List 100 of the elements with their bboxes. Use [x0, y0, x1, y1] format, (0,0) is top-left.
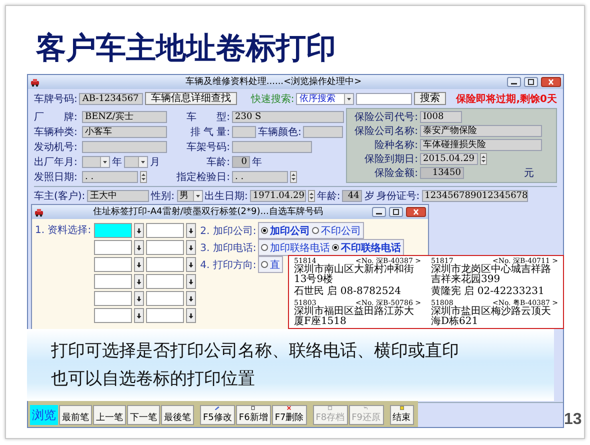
- toolbar-button[interactable]: 下一笔: [127, 405, 160, 425]
- undo-icon: [362, 406, 370, 410]
- dropdown-button[interactable]: [186, 274, 196, 289]
- field-label: 排 气 量:: [189, 126, 230, 138]
- spinner-icon: [480, 152, 487, 164]
- option-label[interactable]: 不印联络电话: [341, 240, 402, 254]
- close-button[interactable]: [541, 77, 561, 87]
- maximize-icon: [527, 79, 535, 85]
- text-field[interactable]: [303, 126, 344, 138]
- dropdown-button[interactable]: [186, 240, 196, 255]
- text-field[interactable]: BENZ/宾士: [82, 110, 167, 122]
- text-field[interactable]: [232, 126, 256, 138]
- radio-button[interactable]: [261, 227, 268, 234]
- dropdown-button[interactable]: [186, 223, 196, 238]
- toolbar-button[interactable]: 上一笔: [93, 405, 126, 425]
- date-field[interactable]: 1971.04.29: [250, 190, 306, 202]
- unit-label: 元: [523, 166, 534, 180]
- toolbar-button[interactable]: 最後笔: [161, 405, 194, 425]
- maximize-button[interactable]: [524, 77, 538, 87]
- toolbar-button[interactable]: F6新增: [236, 405, 271, 425]
- field-label: 指定检验日:: [176, 170, 230, 184]
- option-label[interactable]: 直: [270, 258, 280, 272]
- down-arrow-icon: [135, 312, 144, 318]
- text-field[interactable]: 小客车: [82, 126, 167, 138]
- maximize-button[interactable]: [389, 207, 403, 217]
- field-label: 车 型:: [186, 110, 230, 124]
- text-field[interactable]: [146, 223, 184, 238]
- text-field[interactable]: [146, 291, 184, 306]
- search-button[interactable]: 搜索: [414, 92, 446, 105]
- page-icon: [249, 406, 258, 410]
- option-label[interactable]: 不印公司: [321, 224, 362, 238]
- text-field[interactable]: [82, 140, 167, 152]
- dropdown-button[interactable]: [134, 223, 144, 238]
- text-field[interactable]: [94, 308, 132, 323]
- dropdown-button[interactable]: [134, 291, 144, 306]
- text-field[interactable]: [146, 274, 184, 289]
- search-detail-button[interactable]: 车辆信息详细查找: [144, 92, 237, 105]
- text-field[interactable]: [94, 240, 132, 255]
- text-field[interactable]: 123456789012345678: [422, 190, 528, 202]
- dropdown-button[interactable]: [186, 308, 196, 323]
- text-field[interactable]: [146, 240, 184, 255]
- text-field[interactable]: [146, 257, 184, 272]
- field-label: 3. 加印电话:: [200, 242, 256, 254]
- down-arrow-icon: [187, 244, 196, 250]
- recipient-text: 石世民 启 08-8782524: [294, 286, 402, 298]
- field-label: 车架号码:: [186, 140, 230, 154]
- search-field[interactable]: [356, 92, 412, 104]
- caret-icon: [100, 156, 109, 166]
- dropdown-field[interactable]: 依序搜索: [296, 92, 354, 104]
- caret-icon: [138, 156, 147, 166]
- radio-button[interactable]: [261, 244, 268, 251]
- date-field[interactable]: 2015.04.29: [420, 152, 478, 164]
- radio-button[interactable]: [332, 244, 340, 251]
- text-field[interactable]: 王大中: [87, 190, 150, 202]
- down-arrow-icon: [135, 296, 144, 302]
- dropdown-button[interactable]: [134, 257, 144, 272]
- text-field[interactable]: [94, 223, 132, 238]
- dropdown-field[interactable]: 男: [176, 190, 203, 202]
- text-field[interactable]: [94, 274, 132, 289]
- dropdown-button[interactable]: [134, 240, 144, 255]
- down-arrow-icon: [135, 228, 144, 234]
- option-label[interactable]: 加印联络电话: [270, 240, 330, 254]
- field-label: 2. 加印公司:: [200, 224, 256, 238]
- text-field[interactable]: AB-1234567: [79, 92, 143, 104]
- unit-label: 月: [150, 156, 160, 168]
- down-arrow-icon: [187, 312, 196, 318]
- toolbar-button[interactable]: F5修改: [200, 405, 235, 425]
- dropdown-button[interactable]: [134, 308, 144, 323]
- text-field[interactable]: [232, 140, 312, 152]
- field-label: 年龄:: [316, 190, 340, 202]
- mode-indicator: 浏览: [30, 405, 58, 425]
- recipient-text: 黄隆宪 启 02-42233231: [431, 286, 546, 298]
- dropdown-button[interactable]: [186, 291, 196, 306]
- dropdown-field[interactable]: [82, 156, 110, 168]
- text-field[interactable]: [94, 257, 132, 272]
- date-field[interactable]: . .: [82, 170, 138, 182]
- field-label: 快速搜索:: [250, 92, 294, 106]
- field-label: 车主(客户):: [34, 190, 86, 202]
- dropdown-button[interactable]: [186, 257, 196, 272]
- close-icon: [547, 79, 555, 85]
- radio-button[interactable]: [312, 227, 320, 234]
- dropdown-button[interactable]: [134, 274, 144, 289]
- warning-text: 保险即将过期,剩馀0天: [456, 92, 557, 106]
- toolbar-button[interactable]: 最前笔: [59, 405, 92, 425]
- field-label: 车牌号码:: [34, 92, 78, 106]
- text-field[interactable]: 230 S: [232, 110, 344, 122]
- option-label[interactable]: 加印公司: [270, 224, 310, 238]
- date-field[interactable]: . .: [232, 170, 288, 182]
- minimize-button[interactable]: [507, 77, 521, 87]
- dropdown-field[interactable]: [124, 156, 148, 168]
- car-icon: [30, 78, 40, 86]
- window-title: 车辆及维修资料处理......<浏览操作处理中>: [184, 76, 363, 88]
- field-label: 险种名称:: [374, 138, 418, 152]
- toolbar-button[interactable]: 结束: [390, 405, 414, 425]
- text-field[interactable]: [146, 308, 184, 323]
- minimize-button[interactable]: [372, 207, 386, 217]
- text-field[interactable]: [94, 291, 132, 306]
- close-button[interactable]: [406, 207, 426, 217]
- radio-button[interactable]: [261, 261, 268, 268]
- toolbar-button[interactable]: F7删除: [272, 405, 307, 425]
